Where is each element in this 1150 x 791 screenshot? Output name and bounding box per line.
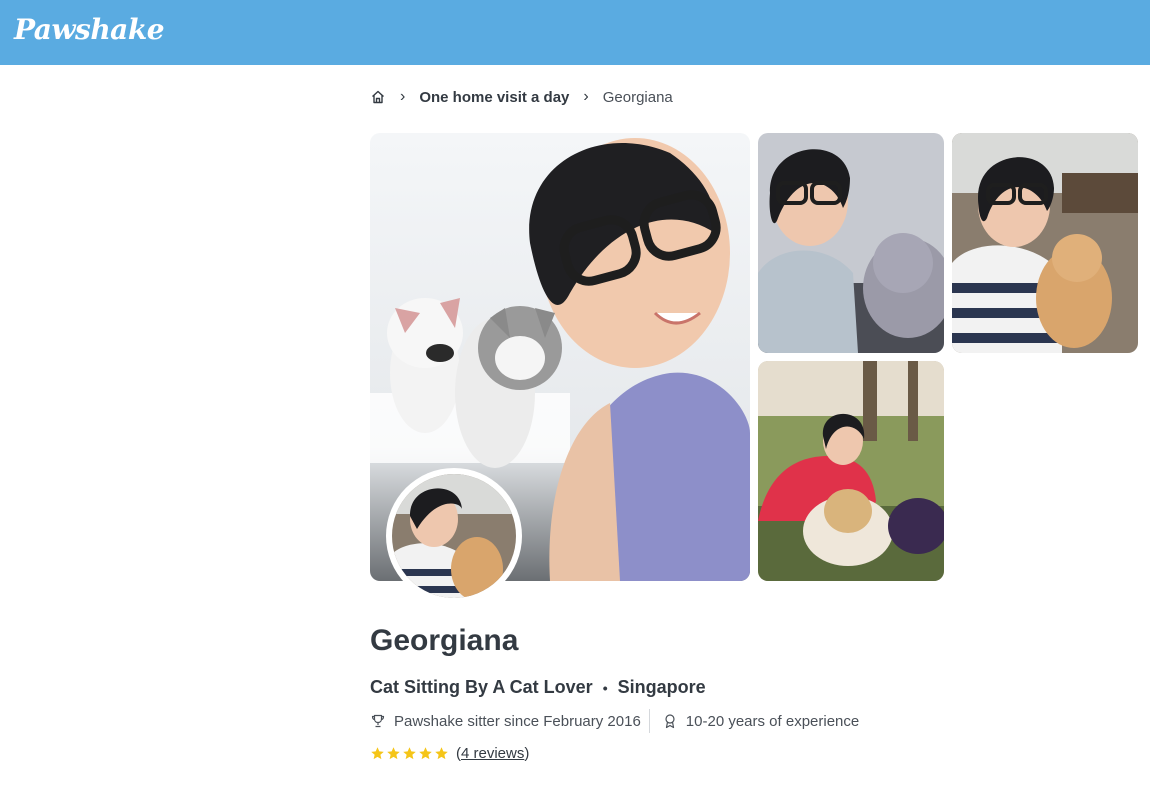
meta-divider bbox=[648, 709, 650, 733]
sitter-avatar bbox=[386, 468, 522, 604]
star-icon bbox=[402, 746, 417, 761]
rating-row: (4 reviews) bbox=[370, 742, 529, 764]
breadcrumb: › One home visit a day › Georgiana bbox=[370, 86, 673, 108]
reviews-link[interactable]: (4 reviews) bbox=[456, 745, 529, 762]
star-icon bbox=[386, 746, 401, 761]
chevron-right-icon: › bbox=[583, 88, 589, 105]
pawshake-logo[interactable]: Pawshake bbox=[14, 13, 165, 46]
star-icon bbox=[370, 746, 385, 761]
profile-headline: Cat Sitting By A Cat Lover bbox=[370, 677, 593, 697]
breadcrumb-current: Georgiana bbox=[602, 88, 673, 106]
sitter-name: Georgiana bbox=[370, 624, 519, 657]
star-icon bbox=[418, 746, 433, 761]
experience-text: 10-20 years of experience bbox=[685, 712, 860, 730]
star-icon bbox=[434, 746, 449, 761]
chevron-right-icon: › bbox=[400, 88, 406, 105]
member-since-text: Pawshake sitter since February 2016 bbox=[394, 712, 641, 730]
home-icon[interactable] bbox=[370, 89, 386, 105]
site-header: Pawshake bbox=[0, 0, 1150, 65]
sitter-with-orange-cat-photo[interactable] bbox=[952, 133, 1138, 353]
separator-dot: • bbox=[602, 679, 608, 696]
trophy-icon bbox=[370, 713, 386, 729]
star-rating bbox=[370, 746, 450, 761]
award-ribbon-icon bbox=[662, 713, 678, 729]
profile-meta: Pawshake sitter since February 2016 10-2… bbox=[370, 709, 860, 733]
reviews-close-paren: ) bbox=[524, 744, 530, 762]
breadcrumb-link-service[interactable]: One home visit a day bbox=[419, 89, 569, 106]
reviews-count-text: 4 reviews bbox=[461, 744, 525, 762]
profile-subtitle: Cat Sitting By A Cat Lover • Singapore bbox=[370, 677, 706, 698]
sitter-with-grey-cat-photo[interactable] bbox=[758, 133, 944, 353]
sitter-with-dog-at-beach-photo[interactable] bbox=[758, 361, 944, 581]
profile-location: Singapore bbox=[617, 677, 706, 697]
